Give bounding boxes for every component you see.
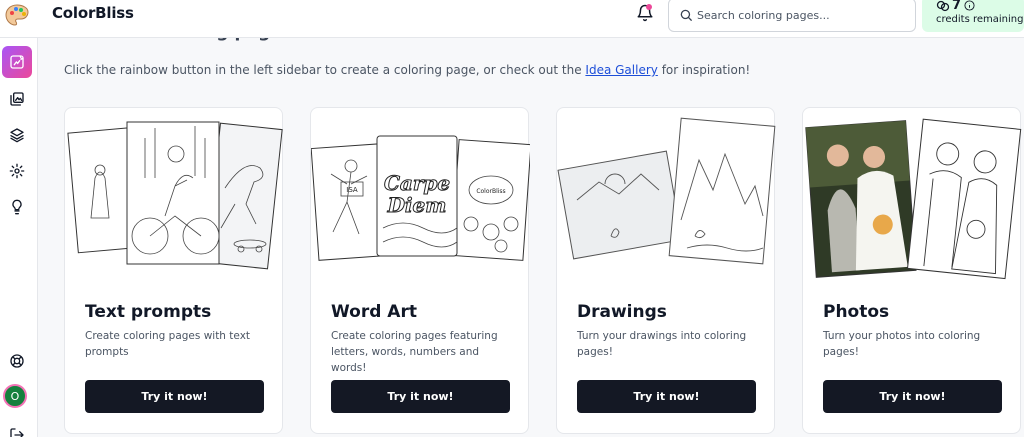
coins-icon xyxy=(936,0,950,12)
app-title[interactable]: ColorBliss xyxy=(52,4,134,22)
card-description: Create coloring pages featuring letters,… xyxy=(331,330,498,374)
card-photos[interactable]: Photos Turn your photos into coloring pa… xyxy=(802,107,1022,434)
create-coloring-page-button[interactable] xyxy=(2,46,32,78)
shell-text: ColorBliss xyxy=(476,188,505,195)
settings-icon xyxy=(9,163,25,179)
avatar[interactable]: O xyxy=(3,384,27,408)
sidebar-item-logout[interactable] xyxy=(4,422,30,437)
intro-before: Click the rainbow button in the left sid… xyxy=(64,63,586,77)
sidebar: O xyxy=(0,38,38,437)
text-prompts-illustration xyxy=(67,121,283,270)
layers-icon xyxy=(10,128,24,143)
credits-count: 7 xyxy=(952,0,962,13)
try-photos-button[interactable]: Try it now! xyxy=(823,380,1002,413)
palette-logo-icon[interactable] xyxy=(4,3,30,29)
intro-after: for inspiration! xyxy=(657,63,751,77)
shirt-text: ISA xyxy=(346,186,358,194)
word-art-text-1: Carpe xyxy=(384,171,450,195)
sidebar-item-layers[interactable] xyxy=(4,122,30,148)
sidebar-item-settings[interactable] xyxy=(4,158,30,184)
lightbulb-icon xyxy=(12,199,22,215)
top-bar: ColorBliss 7 credits remaining xyxy=(0,0,1024,38)
word-art-text-2: Diem xyxy=(387,193,447,217)
card-title: Word Art xyxy=(331,302,417,322)
try-text-prompts-button[interactable]: Try it now! xyxy=(85,380,264,413)
card-description: Turn your drawings into coloring pages! xyxy=(577,330,747,358)
sidebar-item-gallery[interactable] xyxy=(4,86,30,112)
gallery-icon xyxy=(10,92,24,106)
search-input[interactable] xyxy=(697,6,907,24)
credits-label: credits remaining xyxy=(936,14,1024,25)
sidebar-item-ideas[interactable] xyxy=(4,194,30,220)
try-drawings-button[interactable]: Try it now! xyxy=(577,380,756,413)
drawings-illustration xyxy=(557,117,776,265)
card-description: Create coloring pages with text prompts xyxy=(85,330,251,358)
search-box[interactable] xyxy=(668,0,916,32)
info-icon[interactable] xyxy=(964,0,975,11)
card-text-prompts[interactable]: Text prompts Create coloring pages with … xyxy=(64,107,283,434)
card-drawings[interactable]: Drawings Turn your drawings into colorin… xyxy=(556,107,776,434)
intro-text: Click the rainbow button in the left sid… xyxy=(64,63,750,77)
notification-dot xyxy=(646,4,652,10)
create-icon xyxy=(10,55,24,69)
card-title: Photos xyxy=(823,302,890,322)
idea-gallery-link[interactable]: Idea Gallery xyxy=(585,63,657,77)
sidebar-item-help[interactable] xyxy=(4,348,30,374)
card-title: Drawings xyxy=(577,302,667,322)
search-icon xyxy=(680,9,692,21)
logout-icon xyxy=(10,428,24,437)
photos-illustration xyxy=(805,118,1022,280)
try-word-art-button[interactable]: Try it now! xyxy=(331,380,510,413)
card-word-art[interactable]: Carpe Diem ISA ColorBliss Word Art Creat… xyxy=(310,107,530,434)
help-lifebuoy-icon xyxy=(10,354,24,368)
card-title: Text prompts xyxy=(85,302,212,322)
word-art-illustration: Carpe Diem ISA ColorBliss xyxy=(311,135,530,261)
card-description: Turn your photos into coloring pages! xyxy=(823,330,981,358)
